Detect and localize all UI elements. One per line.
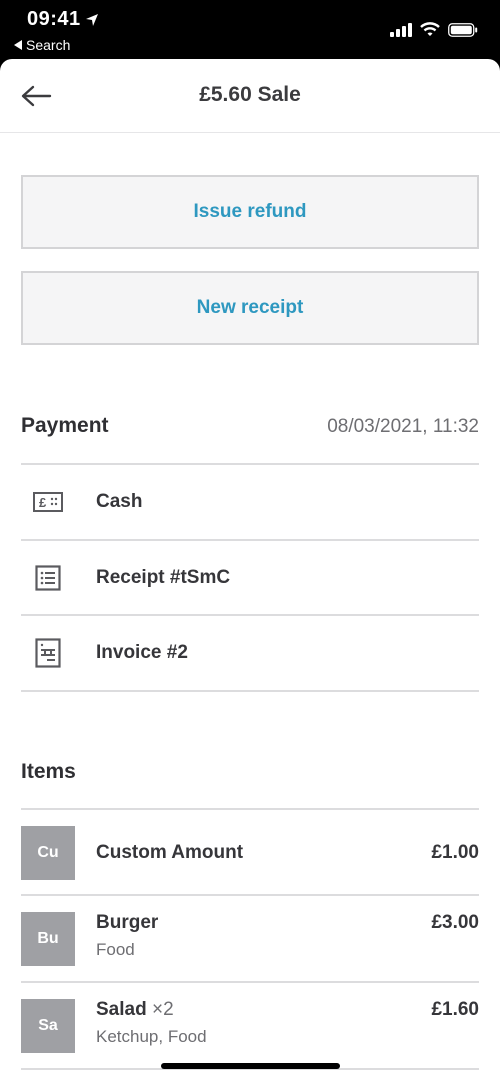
item-tile: Cu (21, 826, 75, 880)
clock: 09:41 (27, 8, 81, 30)
wifi-icon (420, 22, 440, 36)
items-title: Items (21, 760, 76, 783)
divider (21, 981, 479, 983)
items-section-header: Items (21, 760, 479, 784)
item-price: £1.60 (431, 999, 479, 1020)
payment-row-label: Invoice #2 (96, 641, 188, 663)
page-title: £5.60 Sale (199, 83, 301, 106)
back-triangle-icon (14, 40, 22, 50)
battery-icon (448, 22, 478, 37)
back-to-app-link[interactable]: Search (14, 37, 70, 53)
item-row[interactable]: Sa Salad ×2 Ketchup, Food £1.60 (21, 999, 479, 1053)
payment-row-receipt[interactable]: Receipt #tSmC (21, 540, 479, 615)
payment-row-label: Cash (96, 490, 143, 512)
payment-datetime: 08/03/2021, 11:32 (327, 416, 479, 437)
divider (21, 690, 479, 692)
item-name: Burger (96, 912, 431, 934)
item-row[interactable]: Bu Burger Food £3.00 (21, 912, 479, 966)
item-name: Salad ×2 (96, 999, 431, 1021)
issue-refund-button[interactable]: Issue refund (21, 175, 479, 249)
payment-row-invoice[interactable]: Invoice #2 (21, 615, 479, 690)
item-quantity: ×2 (151, 999, 174, 1020)
payment-row-cash[interactable]: £ Cash (21, 464, 479, 539)
payment-row-label: Receipt #tSmC (96, 566, 231, 588)
status-bar: 09:41 Search (0, 0, 500, 60)
divider (21, 894, 479, 896)
svg-text:£: £ (39, 495, 47, 510)
home-indicator[interactable] (161, 1063, 340, 1069)
status-indicators (390, 22, 478, 37)
item-price: £1.00 (431, 842, 479, 863)
item-name-text: Burger (96, 912, 159, 933)
divider (21, 808, 479, 810)
payment-title: Payment (21, 414, 109, 437)
cash-icon: £ (33, 491, 63, 512)
item-subtitle: Ketchup, Food (96, 1027, 207, 1046)
item-tile: Sa (21, 999, 75, 1053)
invoice-icon (35, 637, 61, 668)
cellular-signal-icon (390, 22, 412, 37)
navigation-bar: £5.60 Sale (0, 59, 500, 133)
back-app-label: Search (26, 37, 71, 53)
receipt-icon (35, 564, 61, 591)
sale-detail-sheet: £5.60 Sale Issue refund New receipt Paym… (0, 59, 500, 1080)
item-subtitle: Food (96, 940, 135, 959)
item-name: Custom Amount (96, 842, 431, 864)
payment-section-header: Payment 08/03/2021, 11:32 (21, 414, 479, 438)
item-row[interactable]: Cu Custom Amount £1.00 (21, 826, 479, 880)
location-arrow-icon (85, 13, 98, 26)
new-receipt-button[interactable]: New receipt (21, 271, 479, 345)
item-tile: Bu (21, 912, 75, 966)
item-name-text: Custom Amount (96, 842, 244, 863)
item-name-text: Salad (96, 999, 147, 1020)
status-time: 09:41 (27, 8, 99, 31)
item-price: £3.00 (431, 912, 479, 933)
